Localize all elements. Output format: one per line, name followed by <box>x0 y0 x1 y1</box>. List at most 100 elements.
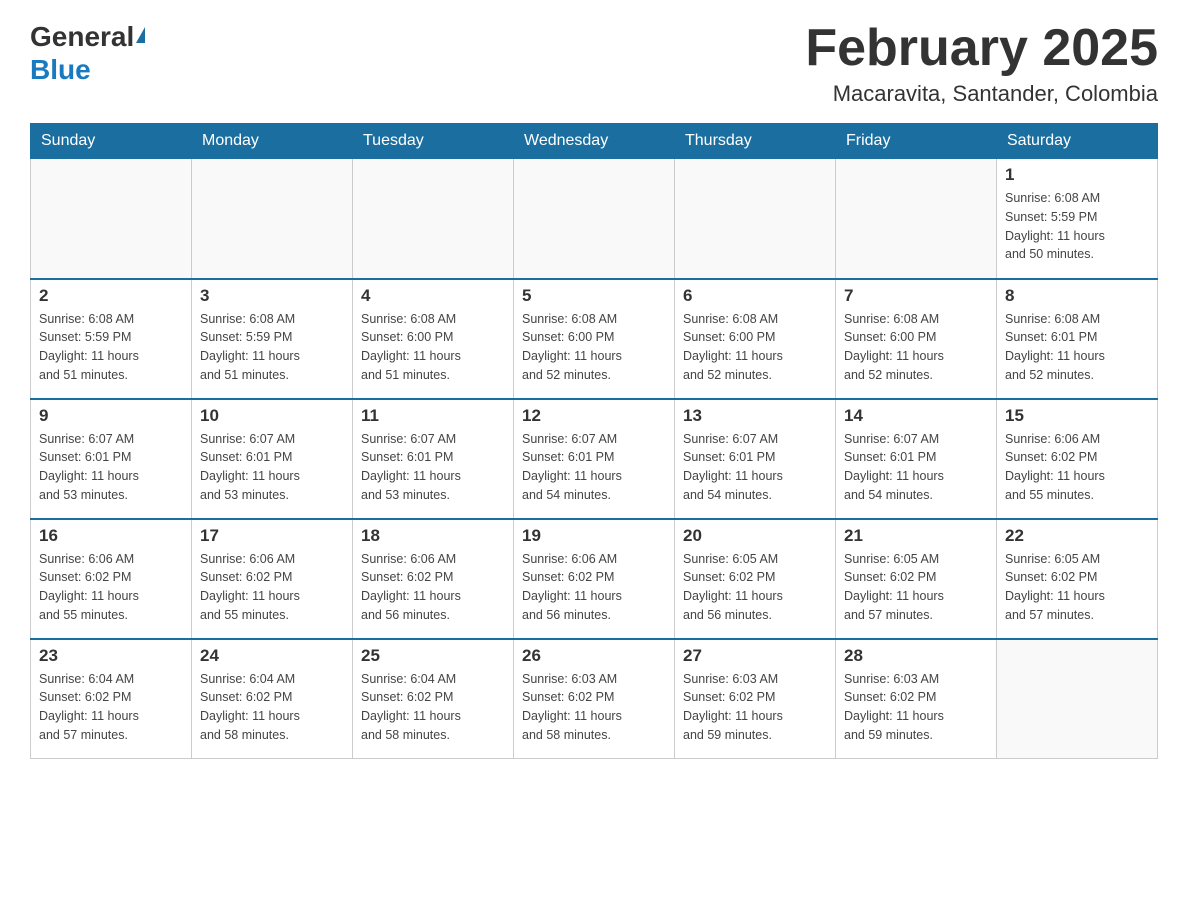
weekday-header-row: SundayMondayTuesdayWednesdayThursdayFrid… <box>31 124 1158 159</box>
calendar-cell: 3 Sunrise: 6:08 AMSunset: 5:59 PMDaylight… <box>192 279 353 399</box>
calendar-cell <box>31 159 192 279</box>
location-title: Macaravita, Santander, Colombia <box>805 81 1158 107</box>
day-number: 1 <box>1005 165 1149 185</box>
calendar-cell <box>192 159 353 279</box>
day-info: Sunrise: 6:08 AMSunset: 6:00 PMDaylight:… <box>522 310 666 385</box>
day-info: Sunrise: 6:07 AMSunset: 6:01 PMDaylight:… <box>683 430 827 505</box>
day-info: Sunrise: 6:06 AMSunset: 6:02 PMDaylight:… <box>39 550 183 625</box>
day-number: 27 <box>683 646 827 666</box>
day-number: 12 <box>522 406 666 426</box>
day-number: 7 <box>844 286 988 306</box>
weekday-header-sunday: Sunday <box>31 124 192 159</box>
day-number: 10 <box>200 406 344 426</box>
weekday-header-wednesday: Wednesday <box>514 124 675 159</box>
calendar-cell: 15 Sunrise: 6:06 AMSunset: 6:02 PMDayligh… <box>997 399 1158 519</box>
week-row-1: 1 Sunrise: 6:08 AMSunset: 5:59 PMDaylight… <box>31 159 1158 279</box>
calendar-cell: 13 Sunrise: 6:07 AMSunset: 6:01 PMDayligh… <box>675 399 836 519</box>
calendar-cell: 25 Sunrise: 6:04 AMSunset: 6:02 PMDayligh… <box>353 639 514 759</box>
logo: General Blue <box>30 20 145 86</box>
day-info: Sunrise: 6:08 AMSunset: 6:00 PMDaylight:… <box>361 310 505 385</box>
day-number: 4 <box>361 286 505 306</box>
day-number: 28 <box>844 646 988 666</box>
day-number: 3 <box>200 286 344 306</box>
day-info: Sunrise: 6:07 AMSunset: 6:01 PMDaylight:… <box>361 430 505 505</box>
day-info: Sunrise: 6:04 AMSunset: 6:02 PMDaylight:… <box>200 670 344 745</box>
week-row-5: 23Sunrise: 6:04 AMSunset: 6:02 PMDayligh… <box>31 639 1158 759</box>
day-info: Sunrise: 6:08 AMSunset: 5:59 PMDaylight:… <box>39 310 183 385</box>
calendar-cell: 26 Sunrise: 6:03 AMSunset: 6:02 PMDayligh… <box>514 639 675 759</box>
day-info: Sunrise: 6:07 AMSunset: 6:01 PMDaylight:… <box>200 430 344 505</box>
day-number: 24 <box>200 646 344 666</box>
logo-general: General <box>30 21 134 52</box>
day-number: 13 <box>683 406 827 426</box>
weekday-header-tuesday: Tuesday <box>353 124 514 159</box>
day-number: 25 <box>361 646 505 666</box>
day-info: Sunrise: 6:05 AMSunset: 6:02 PMDaylight:… <box>683 550 827 625</box>
day-number: 19 <box>522 526 666 546</box>
calendar-cell: 2Sunrise: 6:08 AMSunset: 5:59 PMDaylight… <box>31 279 192 399</box>
calendar-cell: 12Sunrise: 6:07 AMSunset: 6:01 PMDayligh… <box>514 399 675 519</box>
week-row-4: 16 Sunrise: 6:06 AMSunset: 6:02 PMDayligh… <box>31 519 1158 639</box>
day-number: 9 <box>39 406 183 426</box>
day-info: Sunrise: 6:07 AMSunset: 6:01 PMDaylight:… <box>844 430 988 505</box>
weekday-header-saturday: Saturday <box>997 124 1158 159</box>
day-number: 6 <box>683 286 827 306</box>
calendar-cell: 5 Sunrise: 6:08 AMSunset: 6:00 PMDaylight… <box>514 279 675 399</box>
calendar-cell: 21 Sunrise: 6:05 AMSunset: 6:02 PMDayligh… <box>836 519 997 639</box>
calendar-cell <box>675 159 836 279</box>
day-info: Sunrise: 6:03 AMSunset: 6:02 PMDaylight:… <box>683 670 827 745</box>
day-info: Sunrise: 6:08 AMSunset: 6:01 PMDaylight:… <box>1005 310 1149 385</box>
day-number: 20 <box>683 526 827 546</box>
calendar-cell: 27 Sunrise: 6:03 AMSunset: 6:02 PMDayligh… <box>675 639 836 759</box>
day-number: 21 <box>844 526 988 546</box>
day-info: Sunrise: 6:08 AMSunset: 5:59 PMDaylight:… <box>1005 189 1149 264</box>
weekday-header-thursday: Thursday <box>675 124 836 159</box>
day-number: 5 <box>522 286 666 306</box>
calendar-cell: 6 Sunrise: 6:08 AMSunset: 6:00 PMDaylight… <box>675 279 836 399</box>
calendar-cell: 1 Sunrise: 6:08 AMSunset: 5:59 PMDaylight… <box>997 159 1158 279</box>
day-number: 15 <box>1005 406 1149 426</box>
calendar-cell: 7 Sunrise: 6:08 AMSunset: 6:00 PMDaylight… <box>836 279 997 399</box>
day-info: Sunrise: 6:06 AMSunset: 6:02 PMDaylight:… <box>361 550 505 625</box>
day-info: Sunrise: 6:08 AMSunset: 5:59 PMDaylight:… <box>200 310 344 385</box>
calendar-cell: 19 Sunrise: 6:06 AMSunset: 6:02 PMDayligh… <box>514 519 675 639</box>
calendar-cell <box>836 159 997 279</box>
day-info: Sunrise: 6:08 AMSunset: 6:00 PMDaylight:… <box>844 310 988 385</box>
day-info: Sunrise: 6:08 AMSunset: 6:00 PMDaylight:… <box>683 310 827 385</box>
day-info: Sunrise: 6:06 AMSunset: 6:02 PMDaylight:… <box>522 550 666 625</box>
day-number: 26 <box>522 646 666 666</box>
day-number: 8 <box>1005 286 1149 306</box>
calendar-cell <box>353 159 514 279</box>
day-info: Sunrise: 6:05 AMSunset: 6:02 PMDaylight:… <box>1005 550 1149 625</box>
calendar-cell: 24 Sunrise: 6:04 AMSunset: 6:02 PMDayligh… <box>192 639 353 759</box>
day-info: Sunrise: 6:05 AMSunset: 6:02 PMDaylight:… <box>844 550 988 625</box>
day-number: 22 <box>1005 526 1149 546</box>
calendar-table: SundayMondayTuesdayWednesdayThursdayFrid… <box>30 123 1158 759</box>
calendar-cell: 14 Sunrise: 6:07 AMSunset: 6:01 PMDayligh… <box>836 399 997 519</box>
day-number: 11 <box>361 406 505 426</box>
weekday-header-monday: Monday <box>192 124 353 159</box>
day-number: 17 <box>200 526 344 546</box>
page-header: General Blue February 2025 Macaravita, S… <box>30 20 1158 107</box>
weekday-header-friday: Friday <box>836 124 997 159</box>
title-area: February 2025 Macaravita, Santander, Col… <box>805 20 1158 107</box>
month-title: February 2025 <box>805 20 1158 77</box>
day-info: Sunrise: 6:03 AMSunset: 6:02 PMDaylight:… <box>844 670 988 745</box>
day-number: 14 <box>844 406 988 426</box>
calendar-cell: 9Sunrise: 6:07 AMSunset: 6:01 PMDaylight… <box>31 399 192 519</box>
day-info: Sunrise: 6:04 AMSunset: 6:02 PMDaylight:… <box>361 670 505 745</box>
calendar-cell: 28 Sunrise: 6:03 AMSunset: 6:02 PMDayligh… <box>836 639 997 759</box>
day-number: 16 <box>39 526 183 546</box>
week-row-3: 9 Sunrise: 6:07 AMSunset: 6:01 PMDaylight… <box>31 399 1158 519</box>
calendar-cell: 20 Sunrise: 6:05 AMSunset: 6:02 PMDayligh… <box>675 519 836 639</box>
day-info: Sunrise: 6:04 AMSunset: 6:02 PMDaylight:… <box>39 670 183 745</box>
calendar-cell: 18Sunrise: 6:06 AMSunset: 6:02 PMDayligh… <box>353 519 514 639</box>
calendar-cell: 10 Sunrise: 6:07 AMSunset: 6:01 PMDayligh… <box>192 399 353 519</box>
calendar-cell <box>514 159 675 279</box>
day-info: Sunrise: 6:06 AMSunset: 6:02 PMDaylight:… <box>1005 430 1149 505</box>
day-info: Sunrise: 6:06 AMSunset: 6:02 PMDaylight:… <box>200 550 344 625</box>
day-info: Sunrise: 6:03 AMSunset: 6:02 PMDaylight:… <box>522 670 666 745</box>
calendar-cell: 16 Sunrise: 6:06 AMSunset: 6:02 PMDayligh… <box>31 519 192 639</box>
calendar-cell: 17 Sunrise: 6:06 AMSunset: 6:02 PMDayligh… <box>192 519 353 639</box>
calendar-cell: 8 Sunrise: 6:08 AMSunset: 6:01 PMDaylight… <box>997 279 1158 399</box>
